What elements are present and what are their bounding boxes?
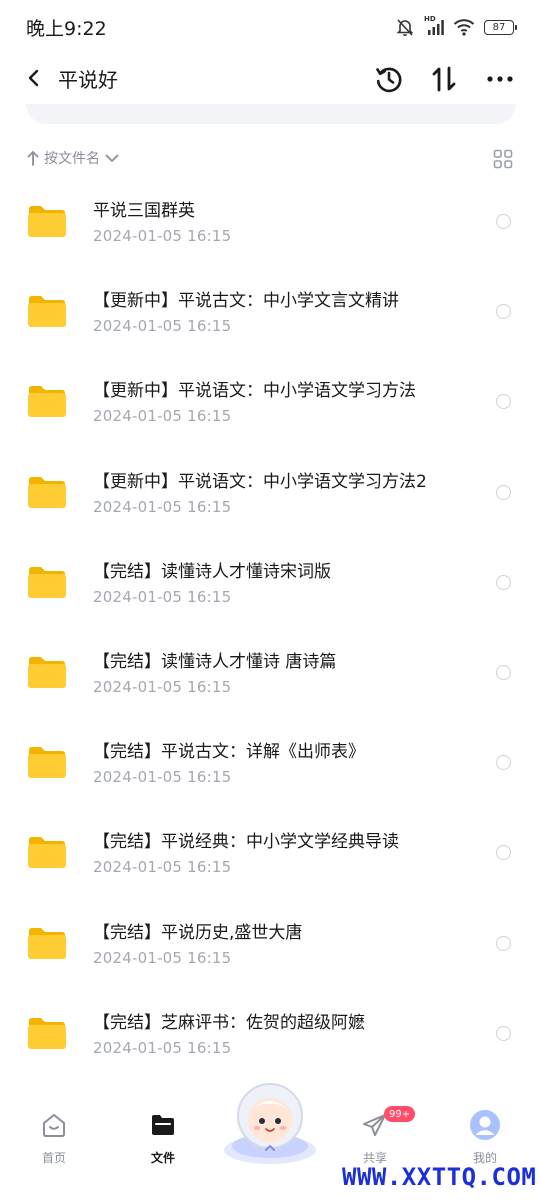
file-row[interactable]: 【更新中】平说语文：中小学语文学习方法 2024-01-05 16:15 [0,356,540,446]
folder-icon [28,1017,66,1049]
file-name: 【完结】读懂诗人才懂诗 唐诗篇 [93,651,337,672]
file-list: 平说三国群英 2024-01-05 16:15 【更新中】平说古文：中小学文言文… [0,176,540,1078]
history-button[interactable] [370,60,408,98]
status-time: 晚上9:22 [26,18,107,40]
file-name: 【完结】平说历史,盛世大唐 [93,922,303,943]
select-radio[interactable] [496,1025,511,1041]
chevron-down-icon [105,154,119,162]
file-name: 【更新中】平说古文：中小学文言文精讲 [93,291,399,312]
select-radio[interactable] [496,214,511,229]
mute-bell-icon [395,17,415,37]
status-icons: HD 87 [395,15,517,38]
file-date: 2024-01-05 16:15 [93,1038,232,1057]
file-date: 2024-01-05 16:15 [93,948,232,967]
tab-files-label: 文件 [150,1151,175,1165]
grid-view-icon [493,149,513,169]
status-bar: 晚上9:22 HD 87 [0,0,540,52]
home-icon [39,1110,69,1140]
tab-files[interactable]: 文件 [128,1110,198,1170]
file-row[interactable]: 【完结】芝麻评书：佐贺的超级阿嬷 2024-01-05 16:15 [0,988,540,1078]
sort-arrows-icon [432,66,456,92]
page-title: 平说好 [58,68,118,92]
sort-row: 按文件名 [26,146,516,174]
sort-by-name-button[interactable]: 按文件名 [26,148,120,168]
select-radio[interactable] [496,394,511,410]
file-name: 【完结】芝麻评书：佐贺的超级阿嬷 [93,1012,365,1033]
grid-view-button[interactable] [492,148,514,170]
select-radio[interactable] [496,935,511,951]
signal-icon: HD [424,15,444,36]
files-icon [148,1110,178,1140]
search-bar[interactable] [26,104,516,124]
sort-order-button[interactable] [425,60,463,98]
tab-mine[interactable]: 我的 [450,1110,520,1170]
arrow-up-icon [27,151,39,166]
file-row[interactable]: 【完结】读懂诗人才懂诗 唐诗篇 2024-01-05 16:15 [0,627,540,717]
file-row[interactable]: 平说三国群英 2024-01-05 16:15 [0,176,540,266]
file-date: 2024-01-05 16:15 [93,677,232,696]
tab-home-label: 首页 [41,1151,66,1165]
chevron-left-icon [28,69,39,87]
file-row[interactable]: 【完结】读懂诗人才懂诗宋词版 2024-01-05 16:15 [0,537,540,627]
file-name: 【更新中】平说语文：中小学语文学习方法2 [93,471,427,492]
mascot-assistant-button[interactable] [218,1080,322,1168]
more-icon [487,76,513,82]
file-name: 【更新中】平说语文：中小学语文学习方法 [93,381,416,402]
wifi-icon [453,18,475,36]
file-date: 2024-01-05 16:15 [93,858,232,877]
select-radio[interactable] [496,484,511,500]
folder-icon [28,927,66,959]
file-date: 2024-01-05 16:15 [93,317,232,336]
watermark: WWW.XXTTQ.COM [342,1163,537,1191]
select-radio[interactable] [496,304,511,320]
file-name: 【完结】平说古文：详解《出师表》 [93,742,365,763]
file-date: 2024-01-05 16:15 [93,227,232,245]
folder-icon [28,386,66,418]
file-date: 2024-01-05 16:15 [93,407,232,426]
select-radio[interactable] [496,755,511,771]
folder-icon [28,747,66,779]
share-badge: 99+ [384,1106,416,1122]
folder-icon [28,476,66,508]
network-label: HD [424,15,436,23]
folder-icon [28,206,66,237]
tab-share[interactable]: 99+ 共享 [340,1106,416,1170]
header: 平说好 [0,52,540,104]
file-row[interactable]: 【更新中】平说语文：中小学语文学习方法2 2024-01-05 16:15 [0,447,540,537]
select-radio[interactable] [496,845,511,861]
file-row[interactable]: 【完结】平说历史,盛世大唐 2024-01-05 16:15 [0,898,540,988]
file-row[interactable]: 【完结】平说经典：中小学文学经典导读 2024-01-05 16:15 [0,807,540,897]
more-button[interactable] [481,60,519,98]
file-row[interactable]: 【更新中】平说古文：中小学文言文精讲 2024-01-05 16:15 [0,266,540,356]
folder-icon [28,296,66,328]
select-radio[interactable] [496,664,511,680]
history-icon [376,67,402,93]
file-name: 【完结】读懂诗人才懂诗宋词版 [93,561,331,582]
avatar [470,1110,500,1140]
folder-icon [28,656,66,688]
file-row[interactable]: 【完结】平说古文：详解《出师表》 2024-01-05 16:15 [0,717,540,807]
back-button[interactable] [18,62,50,94]
file-date: 2024-01-05 16:15 [93,587,232,606]
file-date: 2024-01-05 16:15 [93,768,232,787]
folder-icon [28,837,66,869]
sort-label: 按文件名 [44,151,100,167]
file-name: 平说三国群英 [93,201,195,221]
battery-icon: 87 [484,19,517,35]
file-name: 【完结】平说经典：中小学文学经典导读 [93,832,399,853]
select-radio[interactable] [496,574,511,590]
folder-icon [28,566,66,598]
file-date: 2024-01-05 16:15 [93,497,232,516]
tab-home[interactable]: 首页 [19,1110,89,1170]
